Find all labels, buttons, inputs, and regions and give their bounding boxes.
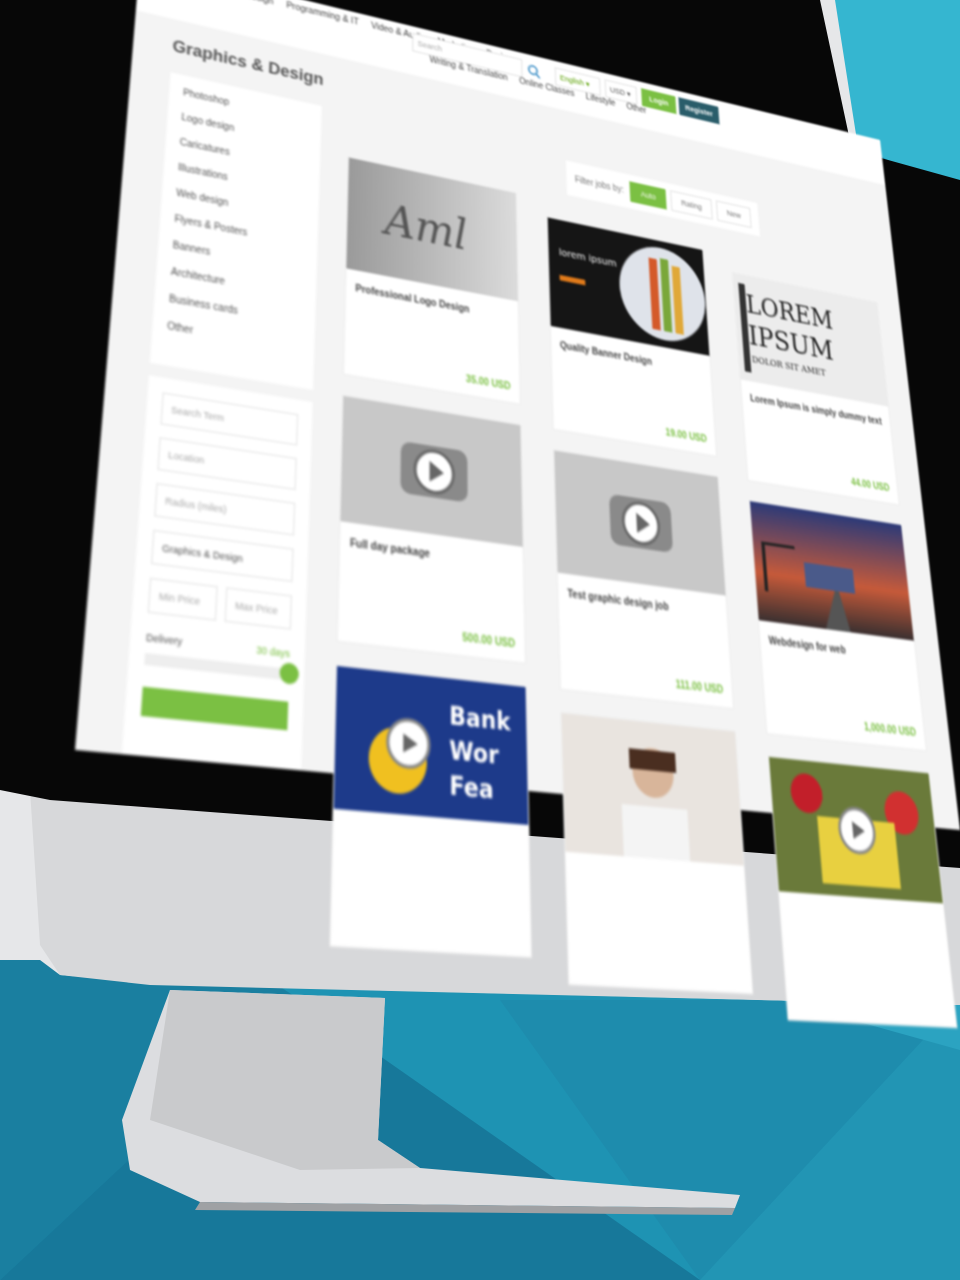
- job-card[interactable]: Webdesign for web 1,000.00 USD: [748, 500, 927, 752]
- job-price: 500.00 USD: [462, 632, 516, 651]
- svg-text:Wor: Wor: [449, 736, 500, 770]
- location-input[interactable]: Location: [157, 437, 297, 491]
- search-term-input[interactable]: Search Term: [160, 392, 299, 446]
- bank-video-image: Bank Wor Fea: [333, 665, 529, 826]
- job-price: 35.00 USD: [465, 374, 511, 393]
- fruit-video-image: [768, 757, 943, 904]
- category-select[interactable]: Graphics & Design: [151, 529, 294, 583]
- slider-handle[interactable]: [279, 661, 300, 686]
- job-card[interactable]: [768, 755, 958, 1029]
- delivery-label: Delivery: [145, 631, 183, 648]
- filter-jobs-by: Filter jobs by: Auto Rating New: [565, 160, 760, 237]
- job-card[interactable]: [560, 712, 754, 995]
- apply-filter-button[interactable]: [140, 686, 289, 731]
- job-price: 1,000.00 USD: [863, 721, 917, 740]
- max-price-input[interactable]: Max Price: [224, 587, 292, 630]
- svg-text:Bank: Bank: [449, 701, 512, 737]
- category-link[interactable]: Graphics & Design: [196, 0, 274, 7]
- filter-option-rating[interactable]: Rating: [670, 190, 713, 220]
- woman-photo-image: [561, 713, 744, 866]
- filter-panel: Search Term Location Radius (miles) Grap…: [121, 375, 313, 771]
- filter-option-new[interactable]: New: [715, 200, 752, 229]
- job-price: 44.00 USD: [850, 477, 891, 494]
- radius-input[interactable]: Radius (miles): [154, 483, 296, 536]
- job-card[interactable]: Bank Wor Fea: [329, 664, 532, 959]
- svg-text:Fea: Fea: [449, 771, 494, 805]
- category-link[interactable]: Programming & IT: [286, 1, 359, 28]
- job-price: 19.00 USD: [665, 427, 708, 446]
- video-placeholder-image: [340, 395, 523, 547]
- register-button[interactable]: Register: [678, 97, 720, 125]
- filter-option-auto[interactable]: Auto: [629, 181, 667, 210]
- delivery-value: 30 days: [256, 644, 291, 660]
- job-card[interactable]: Test graphic design job 111.00 USD: [553, 449, 735, 710]
- job-card[interactable]: Full day package 500.00 USD: [336, 394, 527, 664]
- min-price-input[interactable]: Min Price: [147, 577, 218, 621]
- job-card[interactable]: lorem ipsum Quality Banner Design 19.00 US…: [546, 216, 718, 458]
- job-card[interactable]: Aml Professional Logo Design 35.00 USD: [342, 156, 521, 405]
- job-price: 111.00 USD: [675, 679, 724, 697]
- job-card[interactable]: LOREM IPSUM DOLOR SIT AMET Lorem Ipsum is s…: [732, 272, 900, 506]
- city-port-image: [749, 501, 914, 641]
- video-placeholder-image: [554, 450, 726, 596]
- screen: Graphics & DesignProgramming & ITVideo &…: [0, 0, 960, 1280]
- category-sidebar: Photoshop Logo design Caricatures Illustrat…: [149, 72, 322, 390]
- website-view: Graphics & DesignProgramming & ITVideo &…: [74, 0, 960, 1029]
- login-button[interactable]: Login: [641, 88, 677, 115]
- filter-label: Filter jobs by:: [574, 174, 624, 195]
